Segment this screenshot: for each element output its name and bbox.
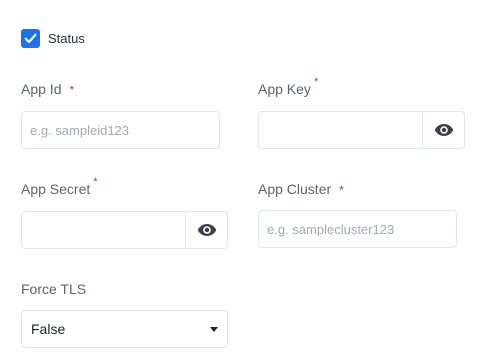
app-id-input[interactable] [22,112,219,148]
app-cluster-field[interactable] [258,210,457,248]
required-mark: * [69,83,75,97]
required-mark: * [93,176,98,188]
app-cluster-label-text: App Cluster [258,181,332,197]
app-secret-field[interactable] [21,211,228,249]
app-key-visibility-toggle[interactable] [422,112,464,148]
app-id-field[interactable] [21,111,220,149]
app-secret-label: App Secret * [21,176,98,197]
required-mark: * [339,183,344,197]
app-id-label-text: App Id [21,81,62,97]
required-mark: * [313,76,319,88]
force-tls-label: Force TLS [21,281,86,297]
app-cluster-input[interactable] [259,211,456,247]
app-cluster-label: App Cluster * [258,181,344,197]
checkmark-icon [24,33,37,44]
app-secret-visibility-toggle[interactable] [185,212,227,248]
app-key-label: App Key * [258,76,318,97]
status-toggle[interactable]: Status [21,29,85,48]
force-tls-label-text: Force TLS [21,281,87,297]
eye-icon [197,224,216,236]
eye-icon [434,124,453,136]
force-tls-selected-value: False [31,321,66,337]
app-id-label: App Id * [21,81,74,97]
caret-down-icon [210,326,218,332]
status-label: Status [48,31,85,46]
app-key-label-text: App Key [258,81,311,97]
status-checkbox[interactable] [21,29,40,48]
force-tls-select[interactable]: False [21,310,228,348]
app-key-field[interactable] [258,111,465,149]
app-secret-label-text: App Secret [21,181,91,197]
